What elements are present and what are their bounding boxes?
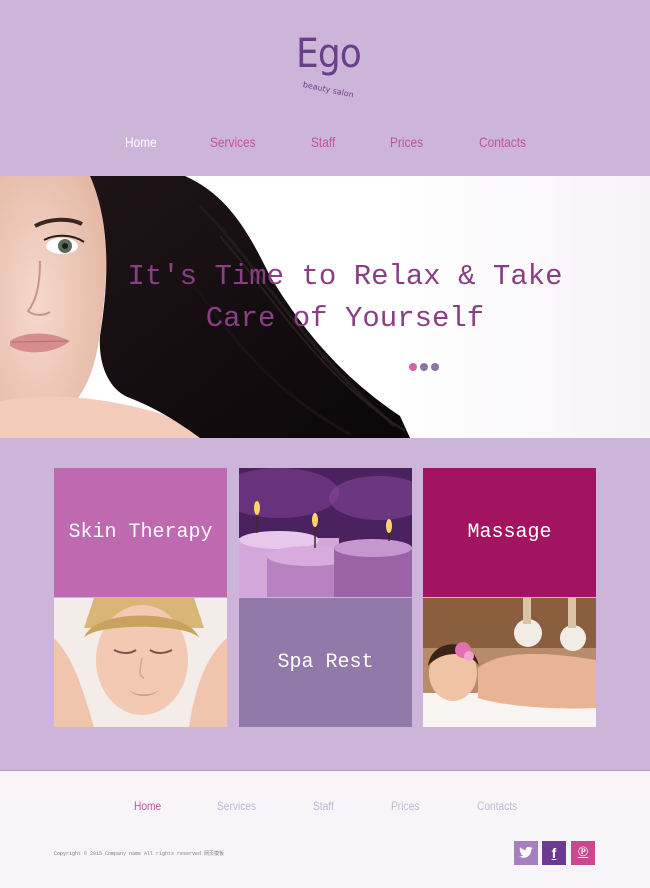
pinterest-icon: ℗ — [577, 845, 589, 860]
facial-image — [54, 598, 227, 727]
tile-candles-photo — [239, 468, 412, 597]
nav-item-services[interactable]: Services — [210, 134, 256, 150]
main-navigation: Home Services Staff Prices Contacts — [0, 134, 650, 154]
back-massage-image — [423, 598, 596, 727]
twitter-button[interactable] — [514, 841, 538, 865]
nav-item-prices[interactable]: Prices — [390, 134, 423, 150]
nav-item-contacts[interactable]: Contacts — [479, 134, 526, 150]
facebook-button[interactable]: f — [542, 841, 566, 865]
logo-wordmark: Ego — [296, 31, 362, 77]
slider-dot-2[interactable] — [420, 363, 428, 371]
hero-headline-line-1: It's Time to Relax & Take — [127, 260, 563, 293]
tile-skin-therapy-label: Skin Therapy — [68, 521, 213, 544]
tile-massage-label: Massage — [467, 521, 552, 544]
services-grid: Skin Therapy Massage Spa Rest — [54, 468, 597, 727]
footer-nav-contacts[interactable]: Contacts — [477, 799, 517, 813]
facebook-icon: f — [551, 845, 557, 861]
pinterest-button[interactable]: ℗ — [571, 841, 595, 865]
slider-dot-3[interactable] — [431, 363, 439, 371]
tile-spa-rest[interactable]: Spa Rest — [239, 598, 412, 727]
slider-dot-1[interactable] — [409, 363, 417, 371]
hero-headline-line-2: Care of Yourself — [205, 302, 485, 335]
footer-nav-home[interactable]: Home — [134, 799, 161, 813]
nav-item-staff[interactable]: Staff — [311, 134, 335, 150]
site-logo[interactable]: Ego beauty salon — [296, 34, 366, 104]
tile-back-massage-photo — [423, 598, 596, 727]
copyright-text: Copyright © 2015 Company name All rights… — [54, 851, 225, 857]
footer-nav-services[interactable]: Services — [217, 799, 256, 813]
tile-facial-photo — [54, 598, 227, 727]
twitter-icon — [519, 847, 533, 858]
footer-navigation: Home Services Staff Prices Contacts — [0, 799, 650, 817]
logo-tagline: beauty salon — [302, 80, 355, 100]
hero-slider: It's Time to Relax & Take Care of Yourse… — [0, 176, 650, 438]
nav-item-home[interactable]: Home — [125, 134, 157, 150]
tile-massage[interactable]: Massage — [423, 468, 596, 597]
footer-nav-prices[interactable]: Prices — [391, 799, 419, 813]
site-footer: Home Services Staff Prices Contacts Copy… — [0, 770, 650, 888]
hero-headline: It's Time to Relax & Take Care of Yourse… — [120, 256, 570, 340]
tile-skin-therapy[interactable]: Skin Therapy — [54, 468, 227, 597]
tile-spa-rest-label: Spa Rest — [277, 651, 374, 674]
site-header: Ego beauty salon Home Services Staff Pri… — [0, 0, 650, 176]
footer-nav-staff[interactable]: Staff — [313, 799, 334, 813]
candles-image — [239, 468, 412, 597]
